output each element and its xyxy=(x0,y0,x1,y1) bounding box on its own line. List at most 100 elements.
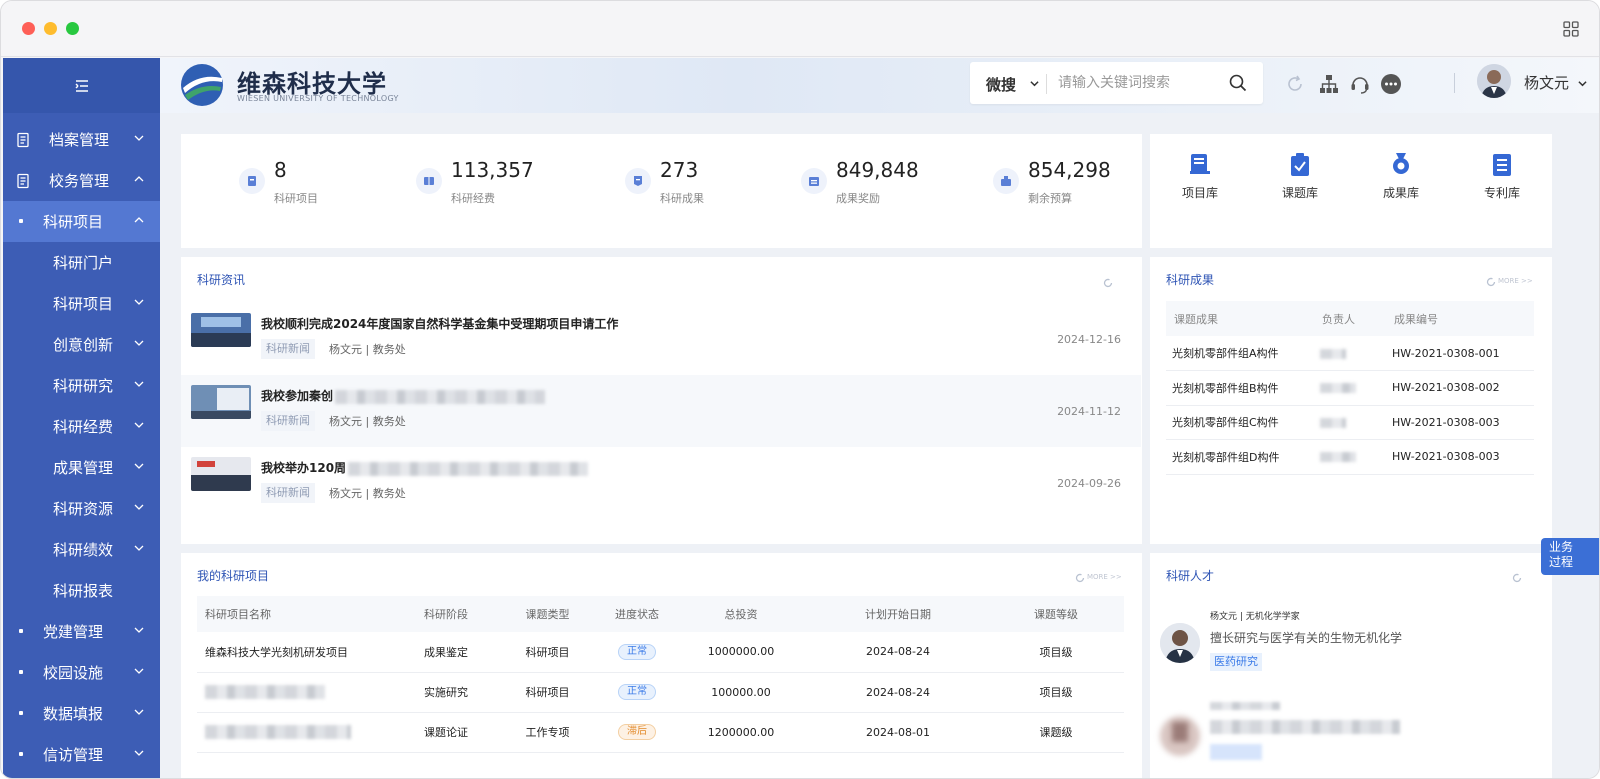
sidebar-item[interactable]: 科研研究 xyxy=(3,365,160,406)
menu-collapse-icon[interactable] xyxy=(75,79,89,93)
result-code: HW-2021-0308-002 xyxy=(1386,370,1534,406)
chevron-down-icon[interactable] xyxy=(134,297,144,307)
refresh-icon[interactable] xyxy=(1103,278,1113,288)
table-row[interactable]: 维森科技大学光刻机研发项目 成果鉴定 科研项目 正常 1000000.00 2024-08… xyxy=(197,632,1124,673)
sidebar-item-label: 科研研究 xyxy=(53,377,114,395)
library-label: 课题库 xyxy=(1281,186,1318,200)
business-process-tab[interactable]: 业务 过程 xyxy=(1541,538,1599,575)
list-item[interactable]: 我校举办120周 科研新闻 杨文元 | 教务处 2024-09-26 xyxy=(181,447,1141,519)
sidebar-item[interactable]: 校园设施 xyxy=(3,652,160,693)
bullet-icon xyxy=(19,711,23,715)
chevron-down-icon[interactable] xyxy=(1030,79,1039,88)
news-headline-row[interactable]: 我校举办120周 xyxy=(261,459,589,476)
library-shortcut[interactable]: 项目库 xyxy=(1165,152,1235,201)
sidebar-item[interactable]: 信访管理 xyxy=(3,734,160,775)
news-headline-row[interactable]: 我校参加秦创 xyxy=(261,387,546,404)
sidebar-item[interactable]: 科研项目 xyxy=(3,283,160,324)
project-name[interactable] xyxy=(197,672,397,713)
results-more-link[interactable]: MORE >> xyxy=(1498,277,1533,285)
chevron-down-icon[interactable] xyxy=(134,543,144,553)
project-name[interactable]: 维森科技大学光刻机研发项目 xyxy=(197,632,397,673)
result-owner xyxy=(1314,370,1386,406)
refresh-icon[interactable] xyxy=(1075,573,1085,583)
list-item[interactable]: 我校顺利完成2024年度国家自然科学基金集中受理期项目申请工作 科研新闻 杨文元 |… xyxy=(181,303,1141,375)
chevron-down-icon[interactable] xyxy=(134,502,144,512)
minimize-window-button[interactable] xyxy=(44,22,57,35)
table-row[interactable]: 光刻机零部件组B构件 HW-2021-0308-002 xyxy=(1166,370,1534,406)
sidebar-item[interactable]: 党建管理 xyxy=(3,611,160,652)
table-row[interactable]: 课题论证 工作专项 滞后 1200000.00 2024-08-01 课题级 xyxy=(197,712,1124,753)
talent-desc: 擅长研究与医学有关的生物无机化学 xyxy=(1210,631,1403,645)
table-row[interactable]: 光刻机零部件组D构件 HW-2021-0308-003 xyxy=(1166,439,1534,475)
projects-more-link[interactable]: MORE >> xyxy=(1087,573,1122,581)
status-badge: 正常 xyxy=(618,643,656,660)
sidebar-item[interactable]: 科研资源 xyxy=(3,488,160,529)
sidebar-item[interactable]: 创意创新 xyxy=(3,324,160,365)
sidebar-item[interactable]: 科研报表 xyxy=(3,570,160,611)
float-tab-line2: 过程 xyxy=(1549,555,1574,569)
table-row[interactable]: 光刻机零部件组A构件 HW-2021-0308-001 xyxy=(1166,336,1534,371)
result-owner xyxy=(1314,336,1386,371)
news-thumbnail xyxy=(191,313,251,347)
chevron-down-icon[interactable] xyxy=(134,420,144,430)
customer-service-icon[interactable] xyxy=(1349,73,1371,95)
project-name[interactable] xyxy=(197,712,397,753)
sidebar-item[interactable]: 科研项目 xyxy=(3,201,160,242)
org-chart-icon[interactable] xyxy=(1318,73,1340,95)
avatar[interactable] xyxy=(1477,64,1511,98)
list-item[interactable] xyxy=(1150,688,1550,778)
chevron-down-icon[interactable] xyxy=(134,748,144,758)
chevron-down-icon[interactable] xyxy=(134,338,144,348)
stat-value: 113,357 xyxy=(451,158,534,182)
chevron-down-icon[interactable] xyxy=(134,379,144,389)
sidebar-item[interactable]: 档案管理 xyxy=(3,119,160,160)
university-name-en: WIESEN UNIVERSITY OF TECHNOLOGY xyxy=(237,94,399,103)
library-shortcut[interactable]: 专利库 xyxy=(1467,152,1537,201)
refresh-icon[interactable] xyxy=(1486,277,1496,287)
column-header: 课题等级 xyxy=(988,596,1124,632)
sidebar-item-label: 科研项目 xyxy=(43,213,104,231)
sidebar-item-label: 信访管理 xyxy=(43,746,104,764)
sidebar-item[interactable]: 成果管理 xyxy=(3,447,160,488)
close-window-button[interactable] xyxy=(22,22,35,35)
refresh-icon[interactable] xyxy=(1284,73,1306,95)
column-header: 负责人 xyxy=(1314,301,1386,336)
chevron-down-icon[interactable] xyxy=(134,625,144,635)
chevron-up-icon[interactable] xyxy=(134,174,144,184)
sidebar: 档案管理 校务管理 科研项目 科研门户 科研项目 创意创新 科研研究 科研经费 成果管理 科研资源… xyxy=(3,58,160,778)
news-headline: 我校顺利完成2024年度国家自然科学基金集中受理期项目申请工作 xyxy=(261,317,619,331)
sidebar-item[interactable]: 数据填报 xyxy=(3,693,160,734)
chevron-down-icon[interactable] xyxy=(134,707,144,717)
chevron-up-icon[interactable] xyxy=(134,215,144,225)
user-name[interactable]: 杨文元 xyxy=(1524,72,1569,93)
sidebar-toggle[interactable] xyxy=(3,58,160,113)
chevron-down-icon[interactable] xyxy=(1578,79,1587,88)
maximize-window-button[interactable] xyxy=(66,22,79,35)
library-shortcut[interactable]: 课题库 xyxy=(1265,152,1335,201)
table-row[interactable]: 实施研究 科研项目 正常 100000.00 2024-08-24 项目级 xyxy=(197,672,1124,713)
list-item[interactable]: 我校参加秦创 科研新闻 杨文元 | 教务处 2024-11-12 xyxy=(181,375,1141,447)
list-item[interactable]: 杨文元 | 无机化学学家 擅长研究与医学有关的生物无机化学 医药研究 xyxy=(1150,595,1550,690)
refresh-icon[interactable] xyxy=(1512,573,1522,583)
more-icon[interactable] xyxy=(1380,73,1402,95)
table-row[interactable]: 光刻机零部件组C构件 HW-2021-0308-003 xyxy=(1166,405,1534,440)
project-stage: 成果鉴定 xyxy=(397,632,495,673)
project-status: 滞后 xyxy=(600,712,674,753)
chevron-down-icon[interactable] xyxy=(134,666,144,676)
sidebar-item[interactable]: 校务管理 xyxy=(3,160,160,201)
bullet-icon xyxy=(19,752,23,756)
column-header: 总投资 xyxy=(674,596,808,632)
sidebar-item[interactable]: 科研绩效 xyxy=(3,529,160,570)
news-headline-row[interactable]: 我校顺利完成2024年度国家自然科学基金集中受理期项目申请工作 xyxy=(261,315,618,332)
chevron-down-icon[interactable] xyxy=(134,461,144,471)
search-input[interactable] xyxy=(1058,71,1218,95)
library-shortcut[interactable]: 成果库 xyxy=(1366,152,1436,201)
search-bar: 微搜 xyxy=(970,62,1263,104)
chevron-down-icon[interactable] xyxy=(134,133,144,143)
search-icon[interactable] xyxy=(1229,74,1247,92)
sidebar-item[interactable]: 科研经费 xyxy=(3,406,160,447)
grid-icon[interactable] xyxy=(1563,21,1579,37)
column-header: 进度状态 xyxy=(600,596,674,632)
sidebar-item[interactable]: 科研门户 xyxy=(3,242,160,283)
search-type-select[interactable]: 微搜 xyxy=(986,74,1016,95)
